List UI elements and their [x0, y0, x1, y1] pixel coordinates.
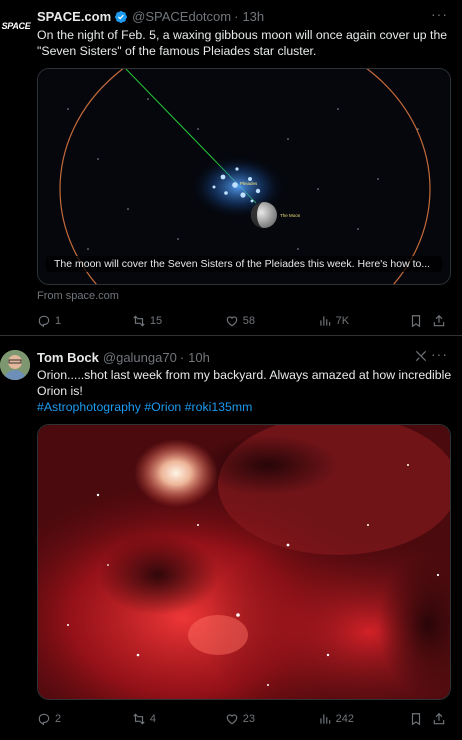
share-icon	[433, 712, 445, 725]
separator-dot: ·	[179, 350, 185, 365]
avatar-space[interactable]: SPACE	[0, 10, 32, 42]
reply-count: 2	[55, 713, 62, 725]
tweet-text: Orion.....shot last week from my backyar…	[37, 368, 452, 398]
tweet-tom-bock[interactable]: Tom Bock @galunga70 · 10h ··· Orion.....…	[0, 336, 462, 740]
card-caption[interactable]: The moon will cover the Seven Sisters of…	[46, 256, 442, 272]
reply-button[interactable]: 2	[37, 712, 132, 726]
like-count: 23	[242, 713, 255, 725]
reply-count: 1	[55, 315, 62, 327]
tweet-timestamp[interactable]: 10h	[188, 350, 210, 365]
reply-icon	[38, 315, 50, 328]
share-button[interactable]	[432, 712, 452, 726]
repost-button[interactable]: 4	[132, 712, 225, 726]
separator-dot: ·	[234, 9, 239, 24]
like-button[interactable]: 23	[225, 712, 318, 726]
tweet-text: On the night of Feb. 5, a waxing gibbous…	[37, 28, 448, 58]
reply-button[interactable]: 1	[37, 314, 132, 328]
views-button[interactable]: 242	[318, 712, 409, 726]
user-photo-icon	[0, 350, 30, 380]
avatar-tom-bock[interactable]	[0, 350, 30, 380]
link-card[interactable]: Pleiades The Moon The moon will cover th…	[37, 68, 451, 285]
avatar-logo-text: SPACE	[1, 21, 31, 31]
card-source[interactable]: From space.com	[37, 290, 119, 302]
author-handle[interactable]: @galunga70	[103, 350, 177, 365]
verified-badge-icon	[114, 10, 128, 24]
tweet-space[interactable]: SPACE SPACE.com @SPACEdotcom · 13h ··· O…	[0, 0, 462, 335]
heart-icon	[226, 316, 237, 327]
hashtag-orion[interactable]: #Orion	[144, 400, 181, 414]
more-options-icon[interactable]: ···	[431, 6, 448, 22]
author-name[interactable]: SPACE.com	[37, 9, 111, 24]
views-button[interactable]: 7K	[318, 314, 409, 328]
like-count: 58	[242, 315, 255, 327]
more-options-icon[interactable]: ···	[431, 346, 448, 362]
orion-nebula-image	[38, 425, 450, 699]
hashtag-astrophotography[interactable]: #Astrophotography	[37, 400, 141, 414]
share-icon	[433, 314, 445, 327]
grok-icon[interactable]	[414, 349, 428, 368]
tweet-timestamp[interactable]: 13h	[242, 9, 264, 24]
pleiades-label: Pleiades	[240, 181, 258, 186]
heart-icon	[226, 714, 237, 725]
views-icon	[319, 316, 330, 326]
repost-count: 15	[149, 315, 163, 327]
bookmark-icon	[411, 315, 420, 328]
like-button[interactable]: 58	[225, 314, 318, 328]
action-bar: 2 4 23 242	[37, 709, 452, 729]
bookmark-button[interactable]	[409, 712, 433, 726]
orion-photo[interactable]	[37, 424, 451, 700]
hashtags: #Astrophotography #Orion #roki135mm	[37, 399, 452, 415]
view-count: 242	[335, 713, 354, 725]
repost-count: 4	[149, 713, 156, 725]
repost-icon	[133, 315, 145, 327]
pleiades-moon-image: Pleiades The Moon	[38, 69, 450, 284]
repost-button[interactable]: 15	[132, 314, 225, 328]
hashtag-roki135mm[interactable]: #roki135mm	[185, 400, 253, 414]
moon-label: The Moon	[280, 213, 301, 218]
bookmark-icon	[411, 713, 420, 726]
bookmark-button[interactable]	[409, 314, 433, 328]
author-name[interactable]: Tom Bock	[37, 350, 99, 365]
author-handle[interactable]: @SPACEdotcom	[132, 9, 231, 24]
action-bar: 1 15 58 7K	[37, 311, 452, 331]
tweet-header: Tom Bock @galunga70 · 10h	[37, 350, 210, 365]
share-button[interactable]	[432, 314, 452, 328]
reply-icon	[38, 713, 50, 726]
views-icon	[319, 714, 330, 724]
view-count: 7K	[335, 315, 350, 327]
repost-icon	[133, 713, 145, 725]
tweet-header: SPACE.com @SPACEdotcom · 13h	[37, 9, 264, 24]
